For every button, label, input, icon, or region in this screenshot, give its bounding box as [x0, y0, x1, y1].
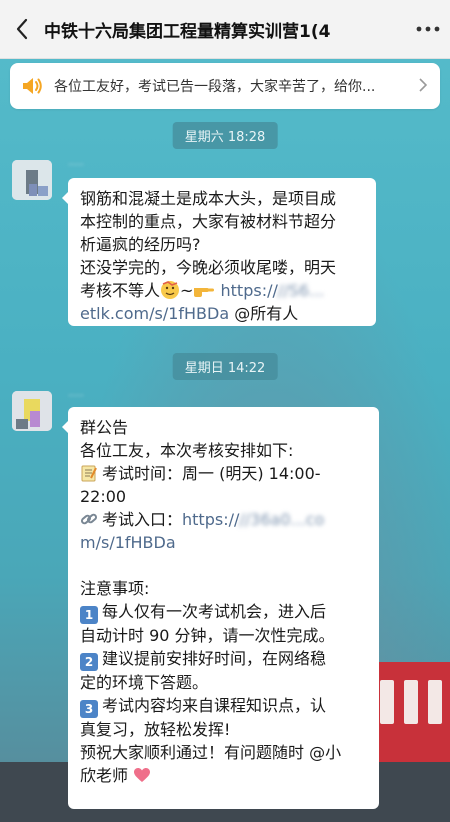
link[interactable]: etlk.com/s/1fHBDa [80, 304, 229, 323]
pinned-notice-bar[interactable]: 各位工友好，考试已告一段落，大家辛苦了，给你... [10, 63, 440, 109]
message-text: 考核不等人 [80, 281, 161, 300]
chevron-right-icon [406, 77, 440, 96]
more-button[interactable] [406, 0, 450, 58]
message-line: etlk.com/s/1fHBDa @所有人 [80, 302, 364, 325]
message-line: 1 每人仅有一次考试机会，进入后 [80, 600, 367, 624]
message-line: 考核不等人 ~ https:////S6... [80, 279, 364, 302]
message-line: 3 考试内容均来自课程知识点，认 [80, 694, 367, 718]
message-line: 欣老师 [80, 764, 367, 787]
message-line: 考试时间：周一 (明天) 14:00- [80, 462, 367, 485]
sender-name: ····· [68, 391, 84, 402]
message-line: m/s/1fHBDa [80, 531, 367, 554]
link[interactable]: https:// [182, 510, 239, 529]
avatar[interactable] [12, 160, 52, 200]
closing-text: 欣老师 [80, 766, 129, 785]
note-text: 考试内容均来自课程知识点，认 [102, 696, 327, 715]
more-dots-icon [416, 26, 440, 32]
keycap-3-icon: 3 [80, 700, 98, 718]
message-line: 钢筋和混凝土是成本大头，是项目成 [80, 189, 337, 208]
blurred-link: //36a0...co [239, 510, 325, 529]
note-text: 建议提前安排好时间，在网络稳 [102, 649, 327, 668]
memo-icon [81, 465, 97, 482]
keycap-1-icon: 1 [80, 606, 98, 624]
link[interactable]: m/s/1fHBDa [80, 533, 176, 552]
back-button[interactable] [0, 0, 44, 58]
message-line: 考试入口：https:////36a0...co [80, 508, 367, 531]
message-bubble[interactable]: 钢筋和混凝土是成本大头，是项目成 本控制的重点，大家有被材料节超分 析逼疯的经历… [62, 178, 376, 326]
message-line: 22:00 [80, 487, 127, 506]
chat-header: 中铁十六局集团工程量精算实训营1(4 [0, 0, 450, 59]
message-line: 2 建议提前安排好时间，在网络稳 [80, 647, 367, 671]
face-emoji-icon [161, 281, 180, 299]
message-line: 定的环境下答题。 [80, 673, 209, 692]
pinned-notice-text: 各位工友好，考试已告一段落，大家辛苦了，给你... [54, 79, 376, 95]
chevron-left-icon [16, 18, 28, 40]
link-icon [80, 513, 98, 525]
message-line: 自动计时 90 分钟，请一次性完成。 [80, 626, 335, 645]
message-line: 还没学完的，今晚必须收尾喽，明天 [80, 258, 337, 277]
note-text: 每人仅有一次考试机会，进入后 [102, 602, 327, 621]
message-line: 注意事项: [80, 579, 150, 598]
link[interactable]: https:// [221, 281, 278, 300]
timestamp: 星期六 18:28 [172, 122, 278, 149]
message-line: 本控制的重点，大家有被材料节超分 [80, 212, 337, 231]
message-line: 真复习，放轻松发挥! [80, 720, 231, 739]
heart-icon [134, 768, 151, 782]
group-announcement-bubble[interactable]: 群公告 各位工友，本次考核安排如下: 考试时间：周一 (明天) 14:00- 2… [62, 407, 379, 809]
message-line: 预祝大家顺利通过！有问题随时 @小 [80, 743, 342, 762]
blurred-link: //S6... [277, 281, 325, 300]
exam-time-text: 考试时间：周一 (明天) 14:00- [102, 464, 321, 483]
speaker-icon [10, 77, 54, 95]
sender-name: ····· [68, 160, 84, 171]
chat-title: 中铁十六局集团工程量精算实训营1(4 [44, 21, 331, 42]
announcement-heading: 群公告 [80, 418, 129, 437]
message-line: 析逼疯的经历吗? [80, 235, 201, 254]
timestamp: 星期日 14:22 [172, 353, 278, 380]
pointing-hand-icon [194, 288, 215, 297]
mention-all[interactable]: @所有人 [234, 304, 298, 323]
keycap-2-icon: 2 [80, 653, 98, 671]
exam-entry-text: 考试入口： [102, 510, 183, 529]
message-line: 各位工友，本次考核安排如下: [80, 441, 294, 460]
tilde-text: ~ [180, 281, 194, 300]
avatar[interactable] [12, 391, 52, 431]
